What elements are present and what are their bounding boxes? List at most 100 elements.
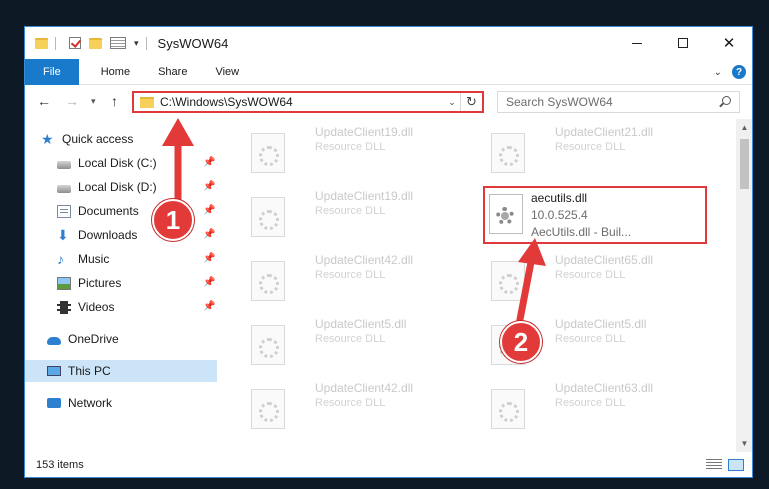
sidebar-item-label: Documents <box>78 204 139 218</box>
dll-file-icon <box>491 261 525 301</box>
tab-home[interactable]: Home <box>87 59 144 85</box>
disk-icon <box>57 184 71 193</box>
sidebar-item-local-disk-c[interactable]: Local Disk (C:) <box>57 152 157 174</box>
file-item[interactable]: UpdateClient42.dll Resource DLL <box>243 379 471 429</box>
file-item[interactable]: UpdateClient5.dll Resource DLL <box>243 315 471 365</box>
properties-check-icon[interactable] <box>69 37 81 49</box>
dll-file-icon <box>251 325 285 365</box>
gear-hub <box>501 212 509 220</box>
file-description: Resource DLL <box>315 333 386 345</box>
music-icon: ♪ <box>57 250 64 267</box>
sidebar-item-music[interactable]: ♪ Music <box>57 248 109 270</box>
vertical-scrollbar[interactable]: ▲ ▼ <box>736 119 752 452</box>
sidebar-item-label: Quick access <box>62 132 134 146</box>
pin-icon[interactable]: 📌 <box>203 277 215 288</box>
documents-icon <box>57 204 71 218</box>
pin-icon[interactable]: 📌 <box>203 253 215 264</box>
refresh-icon[interactable]: ↻ <box>460 93 482 111</box>
pin-icon[interactable]: 📌 <box>203 301 215 312</box>
search-placeholder[interactable]: Search SysWOW64 <box>506 95 717 109</box>
file-description: Resource DLL <box>555 269 626 281</box>
sidebar-item-quick-access[interactable]: ★ Quick access <box>41 128 133 150</box>
quick-access-separator <box>55 36 56 50</box>
sidebar-item-label: Local Disk (D:) <box>78 180 157 194</box>
pin-icon[interactable]: 📌 <box>203 205 215 216</box>
large-icons-view-icon[interactable] <box>728 459 744 471</box>
navigation-bar: ← → ▾ ↑ C:\Windows\SysWOW64 ⌄ ↻ Search S… <box>25 85 752 119</box>
search-icon[interactable] <box>717 95 733 109</box>
file-item[interactable]: UpdateClient19.dll Resource DLL <box>243 123 471 173</box>
file-item[interactable]: UpdateClient63.dll Resource DLL <box>483 379 711 429</box>
chevron-down-icon[interactable]: ▾ <box>134 38 139 49</box>
sidebar-item-onedrive[interactable]: OneDrive <box>47 328 119 350</box>
file-item[interactable]: UpdateClient42.dll Resource DLL <box>243 251 471 301</box>
sidebar-item-this-pc[interactable]: This PC <box>25 360 217 382</box>
scroll-down-icon[interactable]: ▼ <box>736 435 752 452</box>
dll-file-icon <box>251 389 285 429</box>
search-input[interactable]: Search SysWOW64 <box>497 91 740 113</box>
pin-icon[interactable]: 📌 <box>203 157 215 168</box>
details-view-icon[interactable] <box>706 459 722 471</box>
file-description: Resource DLL <box>555 397 626 409</box>
tab-view[interactable]: View <box>201 59 253 85</box>
file-item-aecutils[interactable]: aecutils.dll 10.0.525.4 AecUtils.dll - B… <box>483 186 707 244</box>
back-arrow-icon[interactable]: ← <box>37 93 51 109</box>
sidebar-item-label: Local Disk (C:) <box>78 156 157 170</box>
tab-file[interactable]: File <box>25 58 79 85</box>
file-description: Resource DLL <box>315 397 386 409</box>
dll-file-icon <box>251 197 285 237</box>
forward-arrow-icon[interactable]: → <box>65 93 79 109</box>
pin-icon[interactable]: 📌 <box>203 181 215 192</box>
sidebar-item-videos[interactable]: Videos <box>57 296 114 318</box>
sidebar-item-documents[interactable]: Documents <box>57 200 139 222</box>
file-name: UpdateClient63.dll <box>555 381 654 395</box>
file-name: UpdateClient65.dll <box>555 253 654 267</box>
chevron-down-icon[interactable]: ⌄ <box>444 97 460 108</box>
sidebar-item-network[interactable]: Network <box>47 392 112 414</box>
dll-file-icon <box>491 133 525 173</box>
recent-locations-chevron-icon[interactable]: ▾ <box>91 96 96 107</box>
expand-ribbon-icon[interactable]: ⌄ <box>714 67 722 78</box>
file-name: UpdateClient21.dll <box>555 125 654 139</box>
title-bar: ▾ SysWOW64 ✕ <box>25 27 752 59</box>
address-path[interactable]: C:\Windows\SysWOW64 <box>160 95 444 109</box>
address-bar[interactable]: C:\Windows\SysWOW64 ⌄ ↻ <box>132 91 484 113</box>
properties-list-icon[interactable] <box>110 37 126 49</box>
new-folder-icon[interactable] <box>89 37 102 49</box>
callout-step-2: 2 <box>500 321 542 363</box>
dll-file-icon <box>251 133 285 173</box>
sidebar-item-label: Videos <box>78 300 115 314</box>
file-description: Resource DLL <box>555 141 626 153</box>
up-arrow-icon[interactable]: ↑ <box>111 93 118 109</box>
file-item[interactable]: UpdateClient19.dll Resource DLL <box>243 187 471 237</box>
scroll-up-icon[interactable]: ▲ <box>736 119 752 136</box>
minimize-button[interactable] <box>614 27 660 59</box>
close-button[interactable]: ✕ <box>706 27 752 59</box>
sidebar-item-downloads[interactable]: ⬇ Downloads <box>57 224 137 246</box>
pin-icon[interactable]: 📌 <box>203 229 215 240</box>
file-description: Resource DLL <box>315 269 386 281</box>
close-icon: ✕ <box>722 35 736 52</box>
file-name: UpdateClient5.dll <box>315 317 407 331</box>
sidebar-item-pictures[interactable]: Pictures <box>57 272 121 294</box>
maximize-icon <box>678 38 688 48</box>
file-item[interactable]: UpdateClient21.dll Resource DLL <box>483 123 711 173</box>
file-name: aecutils.dll <box>531 191 588 205</box>
explorer-window: ▾ SysWOW64 ✕ File Home Share View ⌄ ? ← … <box>24 26 753 478</box>
download-icon: ⬇ <box>57 226 69 243</box>
cloud-icon <box>47 336 61 345</box>
help-icon[interactable]: ? <box>732 65 746 79</box>
sidebar-item-local-disk-d[interactable]: Local Disk (D:) <box>57 176 157 198</box>
tab-share[interactable]: Share <box>144 59 201 85</box>
file-item[interactable]: UpdateClient65.dll Resource DLL <box>483 251 711 301</box>
scroll-thumb[interactable] <box>740 139 749 189</box>
sidebar-item-label: Network <box>68 396 113 410</box>
item-count: 153 items <box>36 459 84 471</box>
sidebar-item-label: OneDrive <box>68 332 119 346</box>
maximize-button[interactable] <box>660 27 706 59</box>
sidebar-item-label: Pictures <box>78 276 122 290</box>
file-name: UpdateClient19.dll <box>315 189 414 203</box>
star-icon: ★ <box>41 130 54 147</box>
file-version: 10.0.525.4 <box>531 208 588 222</box>
folder-icon[interactable] <box>35 37 48 49</box>
